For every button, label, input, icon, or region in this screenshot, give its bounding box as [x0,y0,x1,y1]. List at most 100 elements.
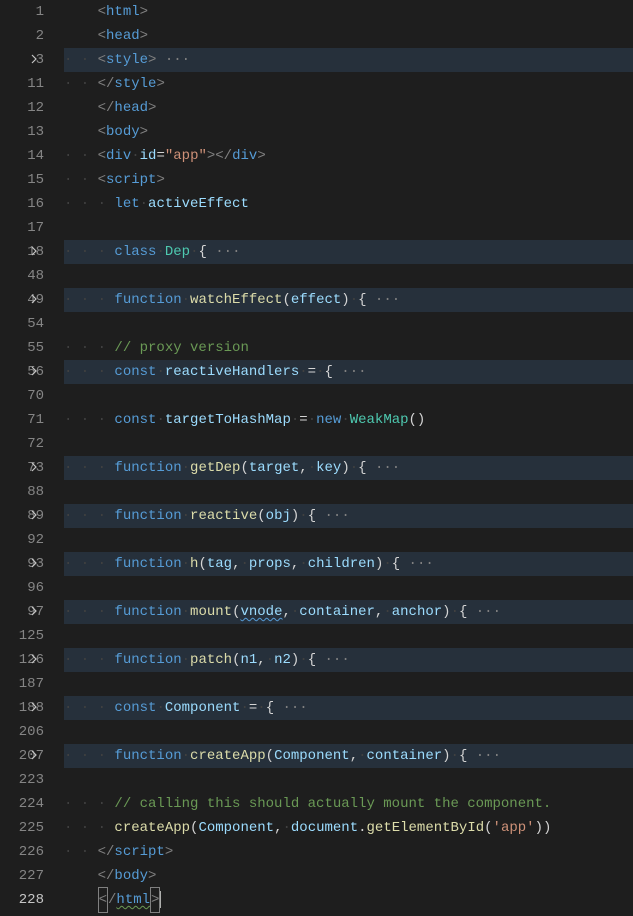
token-ws: · [156,360,164,384]
code-line[interactable]: <head> [64,24,633,48]
text-cursor [160,891,161,908]
token-tag-bracket: > [165,840,173,864]
token-tag-name: style [106,48,148,72]
line-number: 227 [0,864,44,888]
fold-chevron-icon[interactable] [28,365,40,377]
token-ws: · · · [64,792,114,816]
token-brace: { [392,552,400,576]
token-tag-bracket: </ [98,96,115,120]
token-ws: · · · [64,552,114,576]
token-op: , [291,552,299,576]
token-classname: WeakMap [350,408,409,432]
code-line[interactable] [64,264,633,288]
code-line[interactable]: · · · class·Dep·{ ··· [64,240,633,264]
fold-chevron-icon[interactable] [28,557,40,569]
token-ws [64,888,98,912]
code-line[interactable]: · · · const·reactiveHandlers·=·{ ··· [64,360,633,384]
code-line[interactable]: · · </style> [64,72,633,96]
token-brace: ( [198,552,206,576]
code-content[interactable]: <html> <head>· · <style> ···· · </style>… [64,0,633,916]
fold-chevron-icon[interactable] [28,701,40,713]
fold-chevron-icon[interactable] [28,509,40,521]
token-funcname: createApp [190,744,266,768]
line-number: 126 [0,648,44,672]
line-number: 16 [0,192,44,216]
code-line[interactable]: · · · const·Component·=·{ ··· [64,696,633,720]
token-ws: · [140,192,148,216]
fold-chevron-icon[interactable] [28,461,40,473]
code-line[interactable] [64,768,633,792]
token-param: target [249,456,299,480]
code-line[interactable] [64,384,633,408]
code-line[interactable] [64,624,633,648]
fold-chevron-icon[interactable] [28,293,40,305]
token-brace: ) [291,504,299,528]
line-number: 55 [0,336,44,360]
token-ws: · [182,456,190,480]
code-line[interactable]: </body> [64,864,633,888]
code-line[interactable] [64,432,633,456]
code-line[interactable] [64,672,633,696]
fold-chevron-icon[interactable] [28,605,40,617]
token-tag-bracket: > [150,887,160,913]
code-line[interactable]: · · <style> ··· [64,48,633,72]
fold-chevron-icon[interactable] [28,749,40,761]
code-line[interactable]: · · · // calling this should actually mo… [64,792,633,816]
fold-chevron-icon[interactable] [28,245,40,257]
code-line[interactable]: · · · function·createApp(Component,·cont… [64,744,633,768]
code-line[interactable]: · · · function·reactive(obj)·{ ··· [64,504,633,528]
code-line[interactable]: · · · function·mount(vnode,·container,·a… [64,600,633,624]
token-funcname: mount [190,600,232,624]
code-line[interactable] [64,576,633,600]
token-var: activeEffect [148,192,249,216]
line-number: 17 [0,216,44,240]
token-param: obj [266,504,291,528]
code-line[interactable]: · · · createApp(Component,·document.getE… [64,816,633,840]
code-line[interactable]: · · · function·h(tag,·props,·children)·{… [64,552,633,576]
token-comment: // calling this should actually mount th… [114,792,551,816]
fold-chevron-icon[interactable] [28,53,40,65]
token-ws: · [190,240,198,264]
line-number: 226 [0,840,44,864]
code-line[interactable]: · · · let·activeEffect [64,192,633,216]
line-number: 2 [0,24,44,48]
token-tag-name: style [114,72,156,96]
code-line[interactable] [64,480,633,504]
token-ws [64,0,98,24]
code-line[interactable]: <body> [64,120,633,144]
line-number: 206 [0,720,44,744]
token-ellipsis: ··· [207,240,241,264]
code-line[interactable]: · · · // proxy version [64,336,633,360]
token-keyword-function: function [114,744,181,768]
code-line[interactable] [64,528,633,552]
token-ws: · [451,744,459,768]
code-line[interactable]: </head> [64,96,633,120]
token-ws: · · [64,48,98,72]
code-line[interactable]: · · · const·targetToHashMap·=·new·WeakMa… [64,408,633,432]
code-line[interactable] [64,720,633,744]
code-line[interactable]: </html> [64,888,633,912]
token-op: , [299,456,307,480]
token-brace: { [459,600,467,624]
code-line[interactable]: <html> [64,0,633,24]
line-number: 187 [0,672,44,696]
token-ws: · · [64,168,98,192]
token-funcname: getDep [190,456,240,480]
line-number: 56 [0,360,44,384]
code-line[interactable] [64,312,633,336]
code-line[interactable]: · · <div·id="app"></div> [64,144,633,168]
token-brace: ) [442,744,450,768]
token-tag-bracket: < [98,887,108,913]
code-line[interactable]: · · · function·getDep(target,·key)·{ ··· [64,456,633,480]
token-ws: · [156,240,164,264]
fold-chevron-icon[interactable] [28,653,40,665]
token-keyword-function: function [114,552,181,576]
code-line[interactable]: · · · function·watchEffect(effect)·{ ··· [64,288,633,312]
token-ws: · [182,648,190,672]
token-keyword-function: function [114,648,181,672]
code-line[interactable] [64,216,633,240]
token-ws: · [383,552,391,576]
code-line[interactable]: · · <script> [64,168,633,192]
code-line[interactable]: · · · function·patch(n1,·n2)·{ ··· [64,648,633,672]
code-line[interactable]: · · </script> [64,840,633,864]
